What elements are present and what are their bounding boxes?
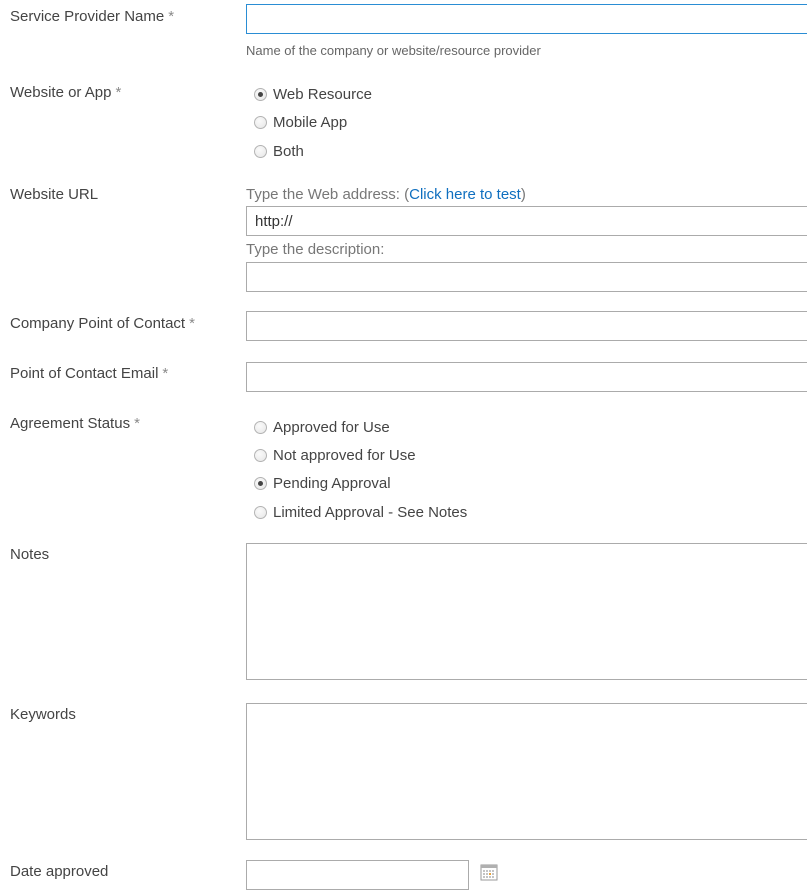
url-address-prompt: Type the Web address: (Click here to tes… — [246, 186, 526, 203]
test-url-link[interactable]: Click here to test — [409, 186, 521, 203]
contact-email-input[interactable] — [246, 362, 807, 392]
radio-pending-approval[interactable]: Pending Approval — [254, 475, 391, 492]
radio-unselected-icon[interactable] — [254, 506, 267, 519]
company-contact-label: Company Point of Contact * — [10, 315, 195, 332]
radio-not-approved[interactable]: Not approved for Use — [254, 447, 416, 464]
contact-email-label: Point of Contact Email * — [10, 365, 169, 382]
required-mark: * — [162, 365, 169, 382]
radio-both[interactable]: Both — [254, 143, 304, 160]
service-provider-hint: Name of the company or website/resource … — [246, 43, 541, 58]
notes-textarea[interactable] — [246, 543, 807, 680]
notes-label: Notes — [10, 546, 50, 563]
website-url-label: Website URL — [10, 186, 99, 203]
keywords-textarea[interactable] — [246, 703, 807, 840]
required-mark: * — [134, 415, 140, 432]
radio-unselected-icon[interactable] — [254, 421, 267, 434]
radio-mobile-app[interactable]: Mobile App — [254, 114, 347, 131]
radio-unselected-icon[interactable] — [254, 449, 267, 462]
date-approved-input[interactable] — [246, 860, 469, 890]
date-approved-label: Date approved — [10, 863, 109, 880]
website-or-app-label: Website or App * — [10, 84, 122, 101]
required-mark: * — [189, 315, 195, 332]
agreement-status-label: Agreement Status * — [10, 415, 140, 432]
keywords-label: Keywords — [10, 706, 76, 723]
url-address-input[interactable]: http:// — [246, 206, 807, 236]
url-description-prompt: Type the description: — [246, 241, 385, 258]
service-provider-input[interactable] — [246, 4, 807, 34]
radio-unselected-icon[interactable] — [254, 145, 267, 158]
radio-selected-icon[interactable] — [254, 88, 267, 101]
radio-limited-approval[interactable]: Limited Approval - See Notes — [254, 504, 467, 521]
service-provider-label: Service Provider Name * — [10, 8, 175, 25]
radio-selected-icon[interactable] — [254, 477, 267, 490]
required-mark: * — [168, 8, 175, 25]
radio-web-resource[interactable]: Web Resource — [254, 86, 372, 103]
url-description-input[interactable] — [246, 262, 807, 292]
radio-unselected-icon[interactable] — [254, 116, 267, 129]
calendar-icon[interactable] — [480, 863, 498, 881]
radio-approved-for-use[interactable]: Approved for Use — [254, 419, 390, 436]
required-mark: * — [115, 84, 122, 101]
company-contact-input[interactable] — [246, 311, 807, 341]
